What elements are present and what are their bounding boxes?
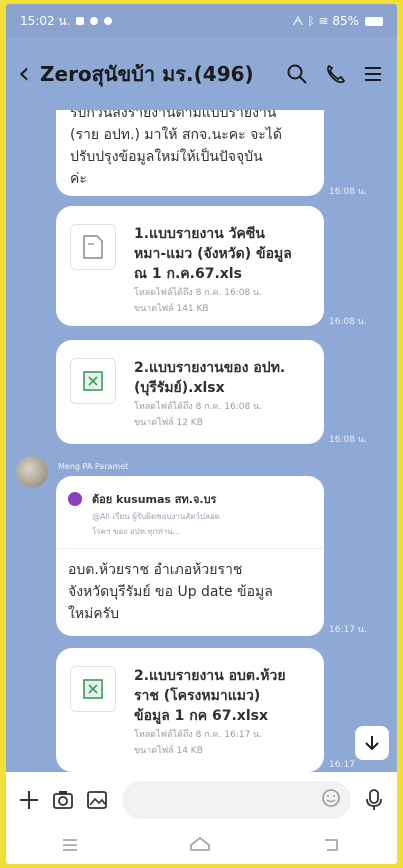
reply-bubble[interactable]: ต้อย kusumas สท.จ.บร @All เรียน ผู้รับผิ… (56, 476, 324, 636)
quote-text: โรคฯ ของ อปท.ทุกท่าน... (92, 527, 181, 536)
status-right: ᗅ ᛒ ≋ 85% (292, 14, 383, 29)
message-time: 16:08 น. (329, 317, 367, 327)
microphone-icon[interactable] (361, 787, 387, 813)
file-name: ราช (โครงหมาแมว) (134, 688, 261, 704)
file-name: ณ 1 ก.ค.67.xls (134, 266, 242, 282)
file-card[interactable]: 2.แบบรายงานของ อปท. (บุรีรัมย์).xlsx โหล… (56, 340, 324, 444)
spreadsheet-icon (70, 666, 116, 712)
status-left: 15:02 น. (20, 12, 113, 31)
message-line: (ราย อปท.) มาให้ สกจ.นะคะ จะได้ (70, 127, 282, 143)
message-line: ใหม่ครับ (68, 606, 120, 622)
status-indicators: ᗅ ᛒ ≋ 85% (292, 13, 359, 28)
file-name: หมา-แมว (จังหวัด) ข้อมูล (134, 246, 292, 262)
status-time: 15:02 น. (20, 13, 71, 28)
back-arrow-icon[interactable]: ‹ (18, 59, 30, 89)
spreadsheet-icon (70, 358, 116, 404)
file-name: 1.แบบรายงาน วัคซีน (134, 226, 265, 242)
message-bubble[interactable]: รับกวนส่งรายงานตามแบบรายงาน (ราย อปท.) ม… (56, 110, 324, 196)
quote-text: @All เรียน ผู้รับผิดชอบงานสัตว์ปลอด (92, 512, 220, 521)
file-card[interactable]: 2.แบบรายงาน อบต.ห้วย ราช (โครงหมาแมว) ข้… (56, 648, 324, 772)
emoji-icon[interactable] (321, 788, 341, 812)
chat-title: Zeroสุนัขบ้า มร.(496) (40, 62, 254, 86)
message-input-bar (6, 772, 397, 828)
file-card[interactable]: 1.แบบรายงาน วัคซีน หมา-แมว (จังหวัด) ข้อ… (56, 206, 324, 326)
image-icon[interactable] (84, 787, 110, 813)
message-time: 16:17 (329, 760, 355, 770)
quote-sender: ต้อย kusumas สท.จ.บร (92, 493, 217, 506)
file-name: ข้อมูล 1 กค 67.xlsx (134, 708, 268, 724)
line-icon (90, 17, 99, 25)
message-line: ปรับปรุงข้อมูลใหม่ให้เป็นปัจจุบัน (70, 149, 263, 165)
chat-header: ‹ Zeroสุนัขบ้า มร.(496) (6, 38, 397, 110)
quote-avatar-icon (68, 492, 82, 506)
message-list[interactable]: รับกวนส่งรายงานตามแบบรายงาน (ราย อปท.) ม… (6, 110, 397, 772)
file-size: ขนาดไฟล์ 14 KB (134, 746, 203, 756)
search-icon[interactable] (285, 62, 309, 86)
message-time: 16:08 น. (329, 187, 367, 197)
message-line: ค่ะ (70, 171, 87, 187)
file-name: (บุรีรัมย์).xlsx (134, 380, 225, 396)
file-expiry: โหลดไฟล์ได้ถึง 8 ก.ค. 16:08 น. (134, 288, 263, 298)
chat-screen: 15:02 น. ᗅ ᛒ ≋ 85% ‹ Zeroสุนัขบ้า มร.(49… (6, 4, 397, 864)
messenger-icon (104, 17, 113, 25)
file-expiry: โหลดไฟล์ได้ถึง 8 ก.ค. 16:17 น. (134, 730, 263, 740)
file-name: 2.แบบรายงาน อบต.ห้วย (134, 668, 286, 684)
camera-icon[interactable] (50, 787, 76, 813)
file-size: ขนาดไฟล์ 141 KB (134, 304, 209, 314)
message-line: อบต.ห้วยราช อำเภอห้วยราช (68, 562, 243, 578)
home-icon[interactable] (189, 836, 211, 856)
phone-icon[interactable] (323, 62, 347, 86)
plus-icon[interactable] (16, 787, 42, 813)
file-expiry: โหลดไฟล์ได้ถึง 8 ก.ค. 16:08 น. (134, 402, 263, 412)
message-line: จังหวัดบุรีรัมย์ ขอ Up date ข้อมูล (68, 584, 273, 600)
battery-icon (365, 16, 383, 26)
message-input[interactable] (122, 781, 351, 819)
status-bar: 15:02 น. ᗅ ᛒ ≋ 85% (6, 4, 397, 38)
system-nav-bar (6, 828, 397, 864)
file-size: ขนาดไฟล์ 12 KB (134, 418, 203, 428)
message-time: 16:17 น. (329, 625, 367, 635)
back-nav-icon[interactable] (323, 837, 341, 856)
message-line: รับกวนส่งรายงานตามแบบรายงาน (70, 110, 277, 121)
file-name: 2.แบบรายงานของ อปท. (134, 360, 286, 376)
reply-body: อบต.ห้วยราช อำเภอห้วยราช จังหวัดบุรีรัมย… (56, 549, 324, 635)
scroll-down-button[interactable] (355, 726, 389, 760)
message-time: 16:08 น. (329, 435, 367, 445)
menu-icon[interactable] (361, 62, 385, 86)
document-icon (70, 224, 116, 270)
quoted-message[interactable]: ต้อย kusumas สท.จ.บร @All เรียน ผู้รับผิ… (56, 476, 324, 549)
recent-apps-icon[interactable] (62, 837, 78, 856)
sender-name: Meng PA Paramet (58, 462, 129, 471)
notification-icon (76, 17, 85, 25)
sender-avatar[interactable] (16, 456, 48, 488)
